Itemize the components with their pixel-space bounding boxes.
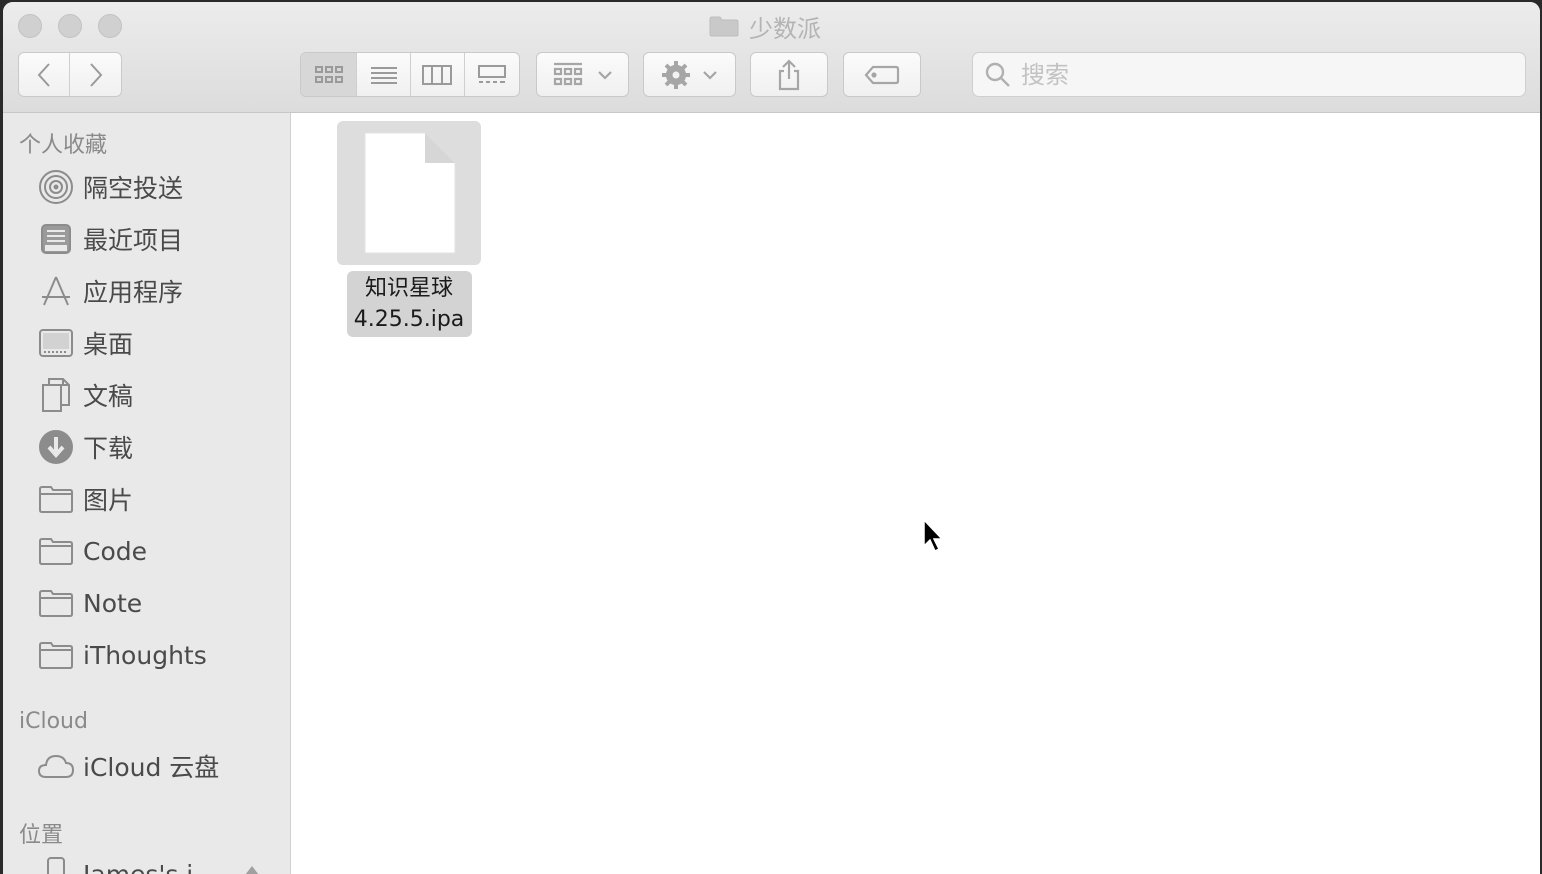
mouse-cursor-icon xyxy=(923,518,944,553)
window-title: 少数派 xyxy=(709,12,821,43)
sidebar-item-airdrop[interactable]: 隔空投送 xyxy=(37,166,183,208)
folder-icon xyxy=(37,584,75,622)
finder-window: 少数派 搜索 个人收藏 隔空投送 最近项目 应用程序 桌面 文稿 下载 图片 C… xyxy=(3,2,1540,874)
sidebar-item-label: 最近项目 xyxy=(83,226,184,255)
search-icon xyxy=(985,62,1010,87)
locations-section-title: 位置 xyxy=(19,823,64,848)
documents-icon xyxy=(37,376,75,414)
file-thumbnail[interactable] xyxy=(337,121,481,265)
sidebar-item-label: Code xyxy=(83,536,148,566)
sidebar-item-note[interactable]: Note xyxy=(37,582,142,624)
gallery-view-icon xyxy=(477,64,506,83)
back-button[interactable] xyxy=(19,53,71,96)
chevron-right-icon xyxy=(89,62,102,87)
applications-icon xyxy=(37,272,75,310)
tag-icon xyxy=(864,65,900,84)
tag-button[interactable] xyxy=(843,52,921,97)
column-view-button[interactable] xyxy=(411,53,465,96)
column-view-icon xyxy=(422,64,453,85)
sidebar-item-label: 下载 xyxy=(83,434,134,463)
desktop-icon xyxy=(37,324,75,362)
sidebar-item-downloads[interactable]: 下载 xyxy=(37,426,133,468)
search-field[interactable] xyxy=(972,52,1526,97)
action-menu-button[interactable] xyxy=(643,52,736,97)
gallery-view-button[interactable] xyxy=(465,53,519,96)
sidebar-item-label: 隔空投送 xyxy=(83,174,184,203)
folder-icon xyxy=(37,480,75,518)
group-by-icon xyxy=(553,62,582,85)
window-title-text: 少数派 xyxy=(749,14,821,43)
share-icon xyxy=(778,58,800,90)
favorites-section-title: 个人收藏 xyxy=(19,133,108,158)
sidebar-item-icloud-drive[interactable]: iCloud 云盘 xyxy=(37,745,219,787)
chevron-left-icon xyxy=(37,62,50,87)
folder-icon xyxy=(709,16,739,37)
sidebar-item-label: 图片 xyxy=(83,486,134,515)
icon-view-icon xyxy=(314,65,343,83)
navigation-buttons xyxy=(18,52,122,97)
folder-icon xyxy=(37,636,75,674)
phone-icon xyxy=(37,855,75,874)
sidebar-item-label: James's i xyxy=(83,859,194,874)
minimize-window-button[interactable] xyxy=(58,14,82,38)
group-by-button[interactable] xyxy=(536,52,629,97)
sidebar-item-documents[interactable]: 文稿 xyxy=(37,374,133,416)
icloud-section-title: iCloud xyxy=(19,709,88,734)
sidebar-item-label: 桌面 xyxy=(83,330,134,359)
sidebar-item-label: iCloud 云盘 xyxy=(83,753,220,782)
title-bar: 少数派 xyxy=(3,2,1540,113)
sidebar-item-applications[interactable]: 应用程序 xyxy=(37,270,183,312)
search-input[interactable] xyxy=(1019,59,1503,90)
file-name-line: 知识星球 xyxy=(364,276,453,301)
file-name-label[interactable]: 知识星球 4.25.5.ipa xyxy=(346,271,472,337)
close-window-button[interactable] xyxy=(18,14,42,38)
sidebar-item-ithoughts[interactable]: iThoughts xyxy=(37,634,207,676)
chevron-down-icon xyxy=(702,70,717,80)
forward-button[interactable] xyxy=(70,53,121,96)
sidebar-item-code[interactable]: Code xyxy=(37,530,147,572)
file-name-line: 4.25.5.ipa xyxy=(353,307,465,332)
sidebar-item-label: 应用程序 xyxy=(83,278,184,307)
recents-icon xyxy=(37,220,75,258)
sidebar: 个人收藏 隔空投送 最近项目 应用程序 桌面 文稿 下载 图片 Code Not… xyxy=(3,113,291,874)
view-mode-control xyxy=(300,52,520,97)
folder-icon xyxy=(37,532,75,570)
file-item[interactable]: 知识星球 4.25.5.ipa xyxy=(337,121,481,337)
airdrop-icon xyxy=(37,168,75,206)
sidebar-item-pictures[interactable]: 图片 xyxy=(37,478,133,520)
list-view-icon xyxy=(370,66,397,84)
chevron-down-icon xyxy=(597,70,612,80)
sidebar-item-iphone[interactable]: James's i xyxy=(37,853,193,874)
sidebar-item-desktop[interactable]: 桌面 xyxy=(37,322,133,364)
sidebar-item-label: 文稿 xyxy=(83,382,134,411)
list-view-button[interactable] xyxy=(357,53,411,96)
sidebar-item-recents[interactable]: 最近项目 xyxy=(37,218,183,260)
share-button[interactable] xyxy=(750,52,828,97)
sidebar-item-label: iThoughts xyxy=(83,640,207,670)
downloads-icon xyxy=(37,428,75,466)
zoom-window-button[interactable] xyxy=(98,14,122,38)
eject-icon[interactable] xyxy=(243,863,261,874)
document-icon xyxy=(364,132,456,254)
icon-view-button[interactable] xyxy=(301,53,358,96)
cloud-icon xyxy=(37,747,75,785)
sidebar-item-label: Note xyxy=(83,588,143,618)
gear-icon xyxy=(661,60,690,89)
file-browser-area[interactable]: 知识星球 4.25.5.ipa xyxy=(291,113,1540,874)
